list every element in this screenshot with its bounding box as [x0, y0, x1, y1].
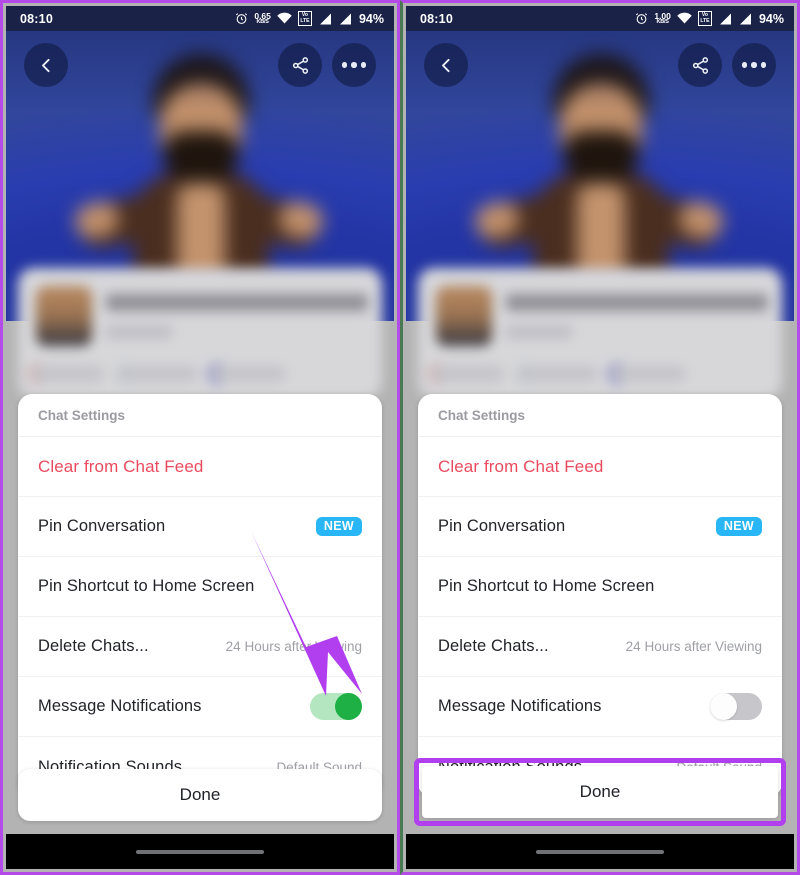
- signal-bars-icon-sim2: [338, 13, 352, 25]
- row-label: Pin Shortcut to Home Screen: [438, 577, 655, 595]
- new-badge: NEW: [715, 516, 762, 537]
- more-options-icon: [741, 62, 767, 68]
- signal-bars-icon-sim2: [738, 13, 752, 25]
- profile-avatar-thumb: [36, 286, 92, 346]
- row-label: Pin Conversation: [438, 517, 566, 535]
- alarm-clock-icon: [635, 12, 648, 25]
- profile-username-redacted: [106, 326, 172, 338]
- row-pin-conversation[interactable]: Pin Conversation NEW: [418, 497, 782, 557]
- profile-card-blurred: [418, 268, 782, 398]
- row-delete-chats[interactable]: Delete Chats... 24 Hours after Viewing: [418, 617, 782, 677]
- profile-name-redacted: [506, 294, 768, 311]
- back-chevron-icon: [438, 57, 455, 74]
- row-message-notifications[interactable]: Message Notifications: [18, 677, 382, 737]
- volte-icon: Vo LTE: [697, 11, 712, 26]
- battery-percentage: 94%: [758, 11, 784, 26]
- row-pin-shortcut-to-home-screen[interactable]: Pin Shortcut to Home Screen: [418, 557, 782, 617]
- more-options-button[interactable]: [332, 43, 376, 87]
- row-label: Pin Shortcut to Home Screen: [38, 577, 255, 595]
- top-navigation: [406, 39, 794, 91]
- top-navigation: [6, 39, 394, 91]
- done-button[interactable]: Done: [422, 766, 778, 818]
- share-icon: [291, 56, 310, 75]
- profile-name-redacted: [106, 294, 368, 311]
- row-value: 24 Hours after Viewing: [625, 639, 762, 654]
- share-button[interactable]: [678, 43, 722, 87]
- android-navigation-bar: [406, 834, 794, 869]
- row-value: 24 Hours after Viewing: [225, 639, 362, 654]
- row-label: Delete Chats...: [438, 637, 549, 655]
- new-badge: NEW: [315, 516, 362, 537]
- row-label: Clear from Chat Feed: [438, 456, 604, 476]
- row-message-notifications[interactable]: Message Notifications: [418, 677, 782, 737]
- row-clear-from-chat-feed[interactable]: Clear from Chat Feed: [18, 437, 382, 497]
- data-speed-indicator: 0.65 KB/S: [254, 11, 271, 26]
- wifi-icon: [677, 12, 692, 25]
- row-pin-shortcut-to-home-screen[interactable]: Pin Shortcut to Home Screen: [18, 557, 382, 617]
- data-speed-unit: KB/S: [656, 19, 669, 25]
- back-chevron-icon: [38, 57, 55, 74]
- status-bar-icons: 0.65 KB/S Vo LTE 94%: [235, 11, 384, 26]
- status-bar-icons: 1.00 KB/S Vo LTE 94%: [635, 11, 784, 26]
- alarm-clock-icon: [235, 12, 248, 25]
- row-label: Pin Conversation: [38, 517, 166, 535]
- done-button-wrapper-highlighted: Done: [414, 758, 786, 826]
- signal-bars-icon-sim1: [318, 13, 332, 25]
- phone-screenshot-before: 08:10 0.65 KB/S Vo LTE 94% Chat Settings…: [0, 0, 400, 875]
- android-navigation-bar: [6, 834, 394, 869]
- battery-percentage: 94%: [358, 11, 384, 26]
- status-bar: 08:10 0.65 KB/S Vo LTE 94%: [6, 6, 394, 31]
- message-notifications-toggle[interactable]: [710, 693, 762, 720]
- done-button-wrapper: Done: [18, 769, 382, 821]
- row-label: Clear from Chat Feed: [38, 456, 204, 476]
- sheet-title: Chat Settings: [418, 394, 782, 437]
- done-button[interactable]: Done: [18, 769, 382, 821]
- share-button[interactable]: [278, 43, 322, 87]
- row-label: Message Notifications: [38, 697, 202, 715]
- comparison-screenshot: 08:10 0.65 KB/S Vo LTE 94% Chat Settings…: [0, 0, 800, 875]
- volte-icon: Vo LTE: [297, 11, 312, 26]
- back-button[interactable]: [424, 43, 468, 87]
- profile-card-blurred: [18, 268, 382, 398]
- more-options-button[interactable]: [732, 43, 776, 87]
- phone-screen-before: 08:10 0.65 KB/S Vo LTE 94% Chat Settings…: [6, 6, 394, 869]
- signal-bars-icon-sim1: [718, 13, 732, 25]
- row-pin-conversation[interactable]: Pin Conversation NEW: [18, 497, 382, 557]
- row-clear-from-chat-feed[interactable]: Clear from Chat Feed: [418, 437, 782, 497]
- message-notifications-toggle[interactable]: [310, 693, 362, 720]
- row-delete-chats[interactable]: Delete Chats... 24 Hours after Viewing: [18, 617, 382, 677]
- row-label: Delete Chats...: [38, 637, 149, 655]
- profile-username-redacted: [506, 326, 572, 338]
- back-button[interactable]: [24, 43, 68, 87]
- row-label: Message Notifications: [438, 697, 602, 715]
- share-icon: [691, 56, 710, 75]
- status-bar-time: 08:10: [420, 11, 453, 26]
- phone-screenshot-after: 08:10 1.00 KB/S Vo LTE 94% Chat Settings…: [400, 0, 800, 875]
- chat-settings-sheet: Chat Settings Clear from Chat Feed Pin C…: [418, 394, 782, 797]
- sheet-title: Chat Settings: [18, 394, 382, 437]
- chat-settings-sheet: Chat Settings Clear from Chat Feed Pin C…: [18, 394, 382, 797]
- status-bar-time: 08:10: [20, 11, 53, 26]
- phone-screen-after: 08:10 1.00 KB/S Vo LTE 94% Chat Settings…: [406, 6, 794, 869]
- more-options-icon: [341, 62, 367, 68]
- wifi-icon: [277, 12, 292, 25]
- home-indicator[interactable]: [536, 849, 664, 854]
- profile-avatar-thumb: [436, 286, 492, 346]
- home-indicator[interactable]: [136, 849, 264, 854]
- data-speed-unit: KB/S: [256, 19, 269, 25]
- data-speed-indicator: 1.00 KB/S: [654, 11, 671, 26]
- status-bar: 08:10 1.00 KB/S Vo LTE 94%: [406, 6, 794, 31]
